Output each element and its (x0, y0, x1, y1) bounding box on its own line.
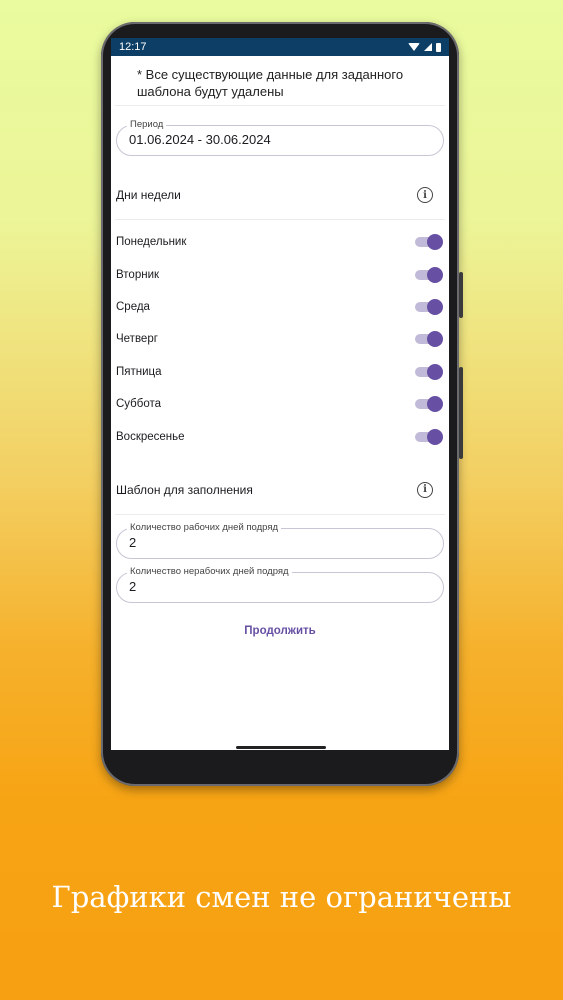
weekdays-title: Дни недели (116, 188, 181, 202)
weekday-row-tuesday: Вторник (111, 258, 449, 290)
weekday-label: Пятница (116, 365, 162, 378)
weekday-label: Понедельник (116, 236, 187, 249)
work-days-label: Количество рабочих дней подряд (127, 521, 282, 533)
weekday-row-saturday: Суббота (111, 388, 449, 420)
weekday-label: Среда (116, 300, 150, 313)
work-days-field[interactable]: Количество рабочих дней подряд 2 (116, 521, 444, 559)
continue-button[interactable]: Продолжить (111, 625, 449, 637)
weekday-label: Суббота (116, 398, 162, 411)
info-icon[interactable]: i (417, 481, 433, 498)
work-days-value: 2 (129, 534, 137, 550)
status-icons (408, 42, 441, 52)
weekday-list: Понедельник Вторник Среда Четверг Пятниц… (111, 226, 449, 453)
wednesday-toggle[interactable] (415, 298, 443, 315)
wifi-icon (408, 43, 420, 51)
off-days-value: 2 (129, 578, 137, 594)
warning-text: * Все существующие данные для заданного … (137, 67, 404, 99)
gesture-nav-bar[interactable] (236, 746, 326, 749)
weekdays-header: Дни недели i (111, 171, 449, 219)
thursday-toggle[interactable] (415, 331, 443, 348)
period-field[interactable]: Период 01.06.2024 - 30.06.2024 (116, 119, 444, 156)
off-days-field[interactable]: Количество нерабочих дней подряд 2 (116, 565, 444, 603)
period-label: Период (127, 119, 167, 130)
period-value: 01.06.2024 - 30.06.2024 (129, 132, 271, 147)
app-screen: 12:17 * Все существующие данные для зада… (111, 38, 449, 750)
power-button (459, 272, 463, 318)
template-header: Шаблон для заполнения i (111, 466, 449, 514)
weekday-row-wednesday: Среда (111, 291, 449, 323)
template-title: Шаблон для заполнения (116, 482, 253, 497)
promo-caption: Графики смен не ограничены (51, 880, 512, 914)
weekday-label: Воскресенье (116, 430, 185, 443)
weekday-label: Четверг (116, 333, 158, 346)
sunday-toggle[interactable] (415, 428, 443, 445)
weekday-row-friday: Пятница (111, 356, 449, 388)
saturday-toggle[interactable] (415, 396, 443, 413)
off-days-label: Количество нерабочих дней подряд (127, 565, 292, 577)
weekday-row-monday: Понедельник (111, 226, 449, 258)
battery-icon (436, 42, 441, 52)
signal-icon (424, 43, 432, 51)
info-icon[interactable]: i (417, 187, 433, 203)
friday-toggle[interactable] (415, 363, 443, 380)
weekday-label: Вторник (116, 268, 160, 281)
monday-toggle[interactable] (415, 234, 443, 251)
tuesday-toggle[interactable] (415, 266, 443, 283)
status-time: 12:17 (119, 41, 147, 53)
volume-button (459, 367, 463, 459)
status-bar: 12:17 (111, 38, 449, 56)
weekday-row-sunday: Воскресенье (111, 420, 449, 452)
weekday-row-thursday: Четверг (111, 323, 449, 355)
